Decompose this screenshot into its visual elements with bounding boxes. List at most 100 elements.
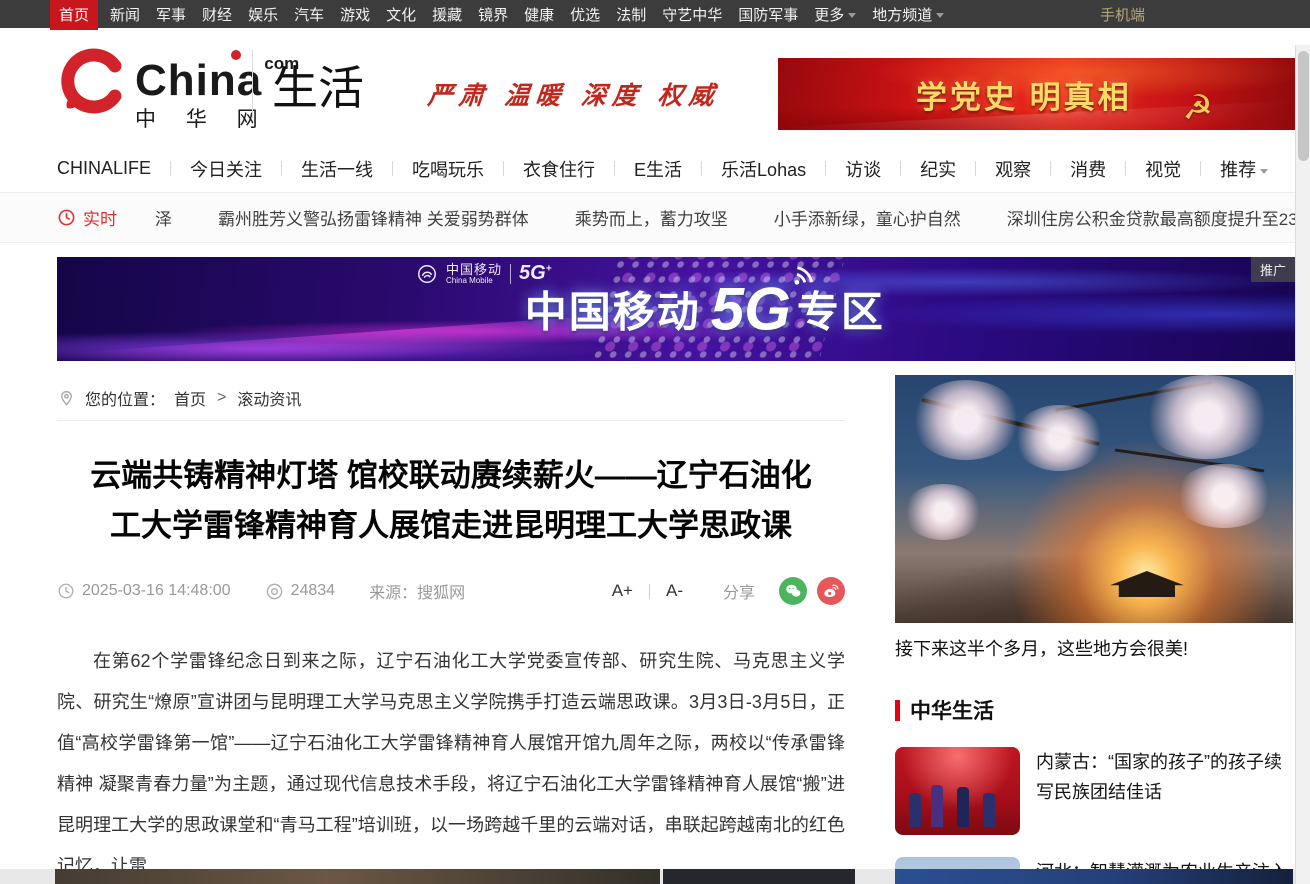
topnav-ent[interactable]: 娱乐 (248, 4, 278, 25)
blossom-shape (903, 484, 983, 540)
nav-separator (614, 161, 615, 176)
topnav-game[interactable]: 游戏 (340, 4, 370, 25)
site-logo[interactable]: Chinacom 中 华 网 (57, 44, 299, 133)
nav-separator (1200, 161, 1201, 176)
topnav-picks[interactable]: 优选 (570, 4, 600, 25)
sidebar-news-item[interactable]: 内蒙古：“国家的孩子”的孩子续写民族团结佳话 (895, 747, 1293, 835)
view-count: 24834 (265, 582, 336, 601)
logo-red-dot (231, 50, 241, 60)
wechat-icon (784, 582, 802, 600)
party-history-banner-text: 学党史 明真相 (916, 72, 1132, 117)
clock-icon (57, 582, 75, 600)
cutoff-image (895, 869, 1293, 884)
news-ticker: 实时 泽 霸州胜芳义警弘扬雷锋精神 关爱弱势群体 乘势而上，蓄力攻坚 小手添新绿… (0, 193, 1310, 243)
ticker-label: 实时 (57, 205, 117, 230)
ad-logo-divider (510, 264, 511, 284)
ad-banner-title: 中国移动 5G 专区 (525, 275, 885, 344)
sidebar-photo-caption[interactable]: 接下来这半个多月，这些地方会很美! (895, 635, 1293, 661)
breadcrumb: 您的位置： 首页 > 滚动资讯 (57, 375, 845, 421)
ticker-item[interactable]: 小手添新绿，童心护自然 (774, 205, 961, 230)
topnav-regions-label: 地方频道 (872, 7, 932, 24)
wechat-share-button[interactable] (779, 577, 807, 605)
nav-chinalife[interactable]: CHINALIFE (57, 158, 151, 179)
weibo-share-button[interactable] (817, 577, 845, 605)
topnav-health[interactable]: 健康 (524, 4, 554, 25)
nav-separator (392, 161, 393, 176)
nav-clothing-housing[interactable]: 衣食住行 (523, 156, 595, 182)
china-com-swirl-icon (57, 44, 129, 116)
publish-time-text: 2025-03-16 14:48:00 (82, 582, 231, 600)
ticker-label-text: 实时 (83, 205, 117, 230)
blossom-shape (1014, 405, 1104, 471)
news-title: 内蒙古：“国家的孩子”的孩子续写民族团结佳话 (1036, 747, 1293, 835)
topnav-more[interactable]: 更多 (814, 4, 856, 25)
article-source: 来源：搜狐网 (369, 579, 465, 603)
location-pin-icon (57, 388, 76, 407)
nav-lohas[interactable]: 乐活Lohas (721, 156, 806, 182)
vertical-scrollbar[interactable] (1295, 45, 1310, 884)
party-emblem-icon: ☭ (1183, 88, 1213, 128)
topnav-military[interactable]: 军事 (156, 4, 186, 25)
topnav-craft[interactable]: 守艺中华 (662, 4, 722, 25)
site-header: Chinacom 中 华 网 生活 严肃 温暖 深度 权威 学党史 明真相 ☭ (0, 28, 1310, 145)
section-red-bar (895, 700, 900, 721)
blossom-shape (1142, 375, 1272, 459)
channel-title[interactable]: 生活 (272, 52, 364, 118)
nav-food-fun[interactable]: 吃喝玩乐 (412, 156, 484, 182)
topnav-more-label: 更多 (814, 7, 844, 24)
ad-logo-brand-en: China Mobile (446, 276, 502, 285)
news-thumbnail (895, 747, 1020, 835)
china-mobile-5g-ad-banner[interactable]: 中国移动 China Mobile 5G+ 中国移动 5G 专区 推广 (57, 257, 1295, 361)
ad-title-5g: 5G (711, 275, 791, 344)
topnav-culture[interactable]: 文化 (386, 4, 416, 25)
topnav-law[interactable]: 法制 (616, 4, 646, 25)
ticker-item[interactable]: 霸州胜芳义警弘扬雷锋精神 关爱弱势群体 (218, 205, 529, 230)
breadcrumb-current-link[interactable]: 滚动资讯 (237, 386, 301, 410)
top-nav-bar: 首页 新闻 军事 财经 娱乐 汽车 游戏 文化 援藏 镜界 健康 优选 法制 守… (0, 0, 1310, 28)
topnav-home[interactable]: 首页 (50, 0, 98, 30)
topnav-finance[interactable]: 财经 (202, 4, 232, 25)
topnav-aid-tibet[interactable]: 援藏 (432, 4, 462, 25)
china-mobile-icon (416, 263, 438, 285)
font-increase-button[interactable]: A+ (612, 581, 633, 601)
nav-consume[interactable]: 消费 (1070, 156, 1106, 182)
nav-recommend-label: 推荐 (1220, 160, 1256, 180)
nav-observe[interactable]: 观察 (995, 156, 1031, 182)
nav-recommend[interactable]: 推荐 (1220, 156, 1268, 182)
nav-visual[interactable]: 视觉 (1145, 156, 1181, 182)
pavilion-silhouette (1110, 571, 1184, 597)
sidebar-feature-photo[interactable] (895, 375, 1293, 623)
blossom-shape (911, 380, 1021, 460)
nav-separator (975, 161, 976, 176)
nav-documentary[interactable]: 纪实 (920, 156, 956, 182)
content-area: 您的位置： 首页 > 滚动资讯 云端共铸精神灯塔 馆校联动赓续薪火——辽宁石油化… (0, 361, 1310, 884)
sidebar: 接下来这半个多月，这些地方会很美! 中华生活 内蒙古：“国家的孩子”的孩子续写民… (895, 375, 1293, 884)
sidebar-section-header: 中华生活 (895, 695, 1293, 725)
breadcrumb-home-link[interactable]: 首页 (174, 386, 206, 410)
breadcrumb-separator: > (217, 389, 226, 407)
ticker-item[interactable]: 泽 (155, 205, 172, 230)
party-history-banner[interactable]: 学党史 明真相 ☭ (778, 58, 1295, 130)
publish-time: 2025-03-16 14:48:00 (57, 582, 231, 600)
scrollbar-thumb[interactable] (1298, 51, 1309, 161)
topnav-news[interactable]: 新闻 (110, 4, 140, 25)
mobile-version-link[interactable]: 手机端 (1100, 4, 1145, 25)
topnav-auto[interactable]: 汽车 (294, 4, 324, 25)
nav-life-frontline[interactable]: 生活一线 (301, 156, 373, 182)
article-title: 云端共铸精神灯塔 馆校联动赓续薪火——辽宁石油化工大学雷锋精神育人展馆走进昆明理… (87, 451, 815, 551)
topnav-lens[interactable]: 镜界 (478, 4, 508, 25)
nav-today-focus[interactable]: 今日关注 (190, 156, 262, 182)
nav-interview[interactable]: 访谈 (845, 156, 881, 182)
font-decrease-button[interactable]: A- (666, 581, 683, 601)
ticker-item[interactable]: 乘势而上，蓄力攻坚 (575, 205, 728, 230)
nav-elife[interactable]: E生活 (634, 156, 682, 182)
ticker-item[interactable]: 深圳住房公积金贷款最高额度提升至231万元 (1007, 205, 1310, 230)
topnav-defense[interactable]: 国防军事 (738, 4, 798, 25)
topnav-regions[interactable]: 地方频道 (872, 4, 944, 25)
site-slogan: 严肃 温暖 深度 权威 (426, 76, 722, 112)
ad-logo-brand-cn: 中国移动 (446, 263, 502, 276)
page: 首页 新闻 军事 财经 娱乐 汽车 游戏 文化 援藏 镜界 健康 优选 法制 守… (0, 0, 1310, 884)
clock-icon (57, 208, 76, 227)
article-meta: 2025-03-16 14:48:00 24834 来源：搜狐网 A+ A- 分… (57, 577, 845, 605)
promo-tag: 推广 (1251, 257, 1295, 282)
